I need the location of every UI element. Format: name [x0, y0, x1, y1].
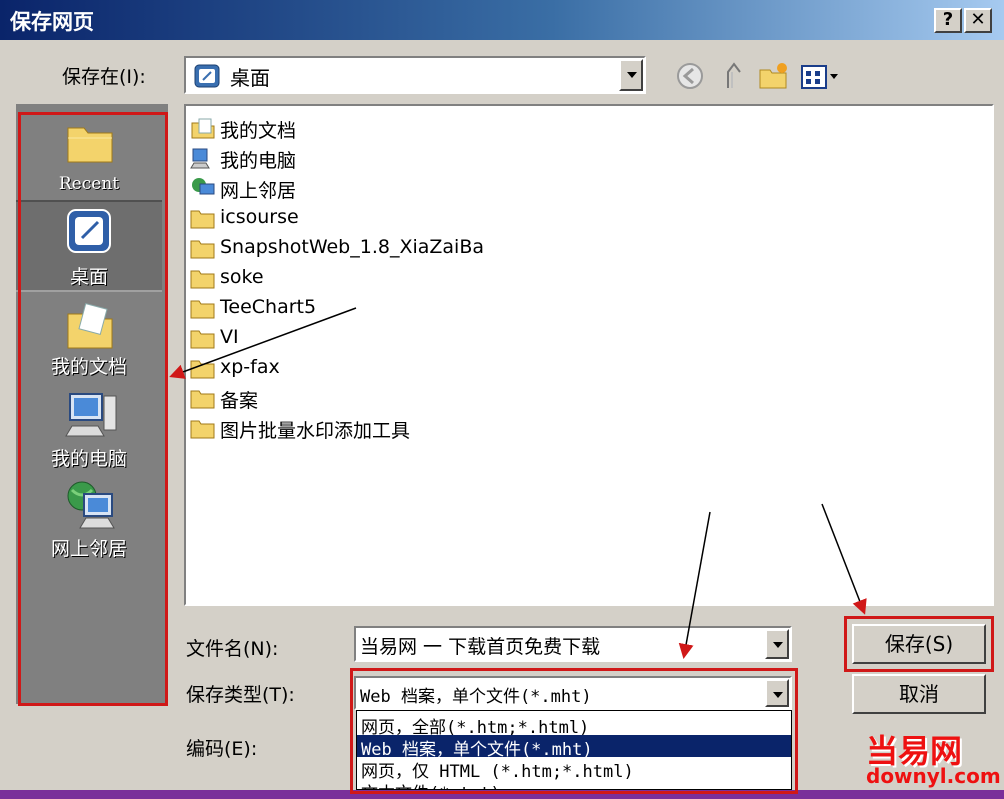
filename-label: 文件名(N): [186, 638, 279, 660]
new-folder-icon[interactable] [758, 60, 790, 92]
my-documents-icon [191, 118, 215, 139]
title-bar[interactable]: 保存网页 ? ✕ [0, 0, 1004, 40]
filetype-label: 保存类型(T): [186, 684, 295, 706]
chevron-down-icon[interactable] [619, 59, 643, 91]
folder-icon [190, 330, 215, 349]
encoding-label: 编码(E): [186, 738, 258, 760]
network-icon [192, 178, 215, 195]
back-icon[interactable] [674, 60, 706, 92]
filename-input[interactable]: 当易网 一 下载首页免费下载 [360, 632, 600, 659]
save-in-label: 保存在(I): [62, 66, 146, 88]
filename-combo[interactable]: 当易网 一 下载首页免费下载 [354, 626, 792, 662]
desktop-icon [194, 64, 220, 88]
view-menu-icon[interactable] [800, 60, 844, 92]
my-computer-icon [190, 148, 210, 169]
up-folder-icon[interactable] [718, 60, 750, 92]
places-highlight-box [18, 112, 168, 706]
folder-icon [190, 270, 215, 289]
folder-icon [190, 240, 215, 259]
watermark-url: downyl.com [866, 764, 1001, 788]
save-webpage-dialog: 保存网页 ? ✕ 保存在(I): 桌面 Recent 桌面 我的文档 我的电脑 … [0, 0, 1004, 794]
folder-icon [190, 420, 215, 439]
folder-icon [190, 360, 215, 379]
folder-icon [190, 390, 215, 409]
help-button[interactable]: ? [934, 8, 962, 33]
cancel-button[interactable]: 取消 [852, 674, 986, 714]
folder-icon [190, 210, 215, 229]
filetype-highlight-box [350, 668, 798, 794]
file-list[interactable]: 我的文档 我的电脑 网上邻居 icsourse SnapshotWeb_1.8_… [184, 104, 994, 606]
save-in-value: 桌面 [230, 66, 270, 90]
save-in-combo[interactable]: 桌面 [184, 56, 646, 94]
folder-icon [190, 300, 215, 319]
save-highlight-box [844, 616, 994, 672]
watermark-logo: 当易网 downyl.com [866, 726, 1001, 788]
dialog-title: 保存网页 [10, 10, 94, 34]
chevron-down-icon[interactable] [765, 629, 789, 659]
close-button[interactable]: ✕ [964, 8, 992, 33]
